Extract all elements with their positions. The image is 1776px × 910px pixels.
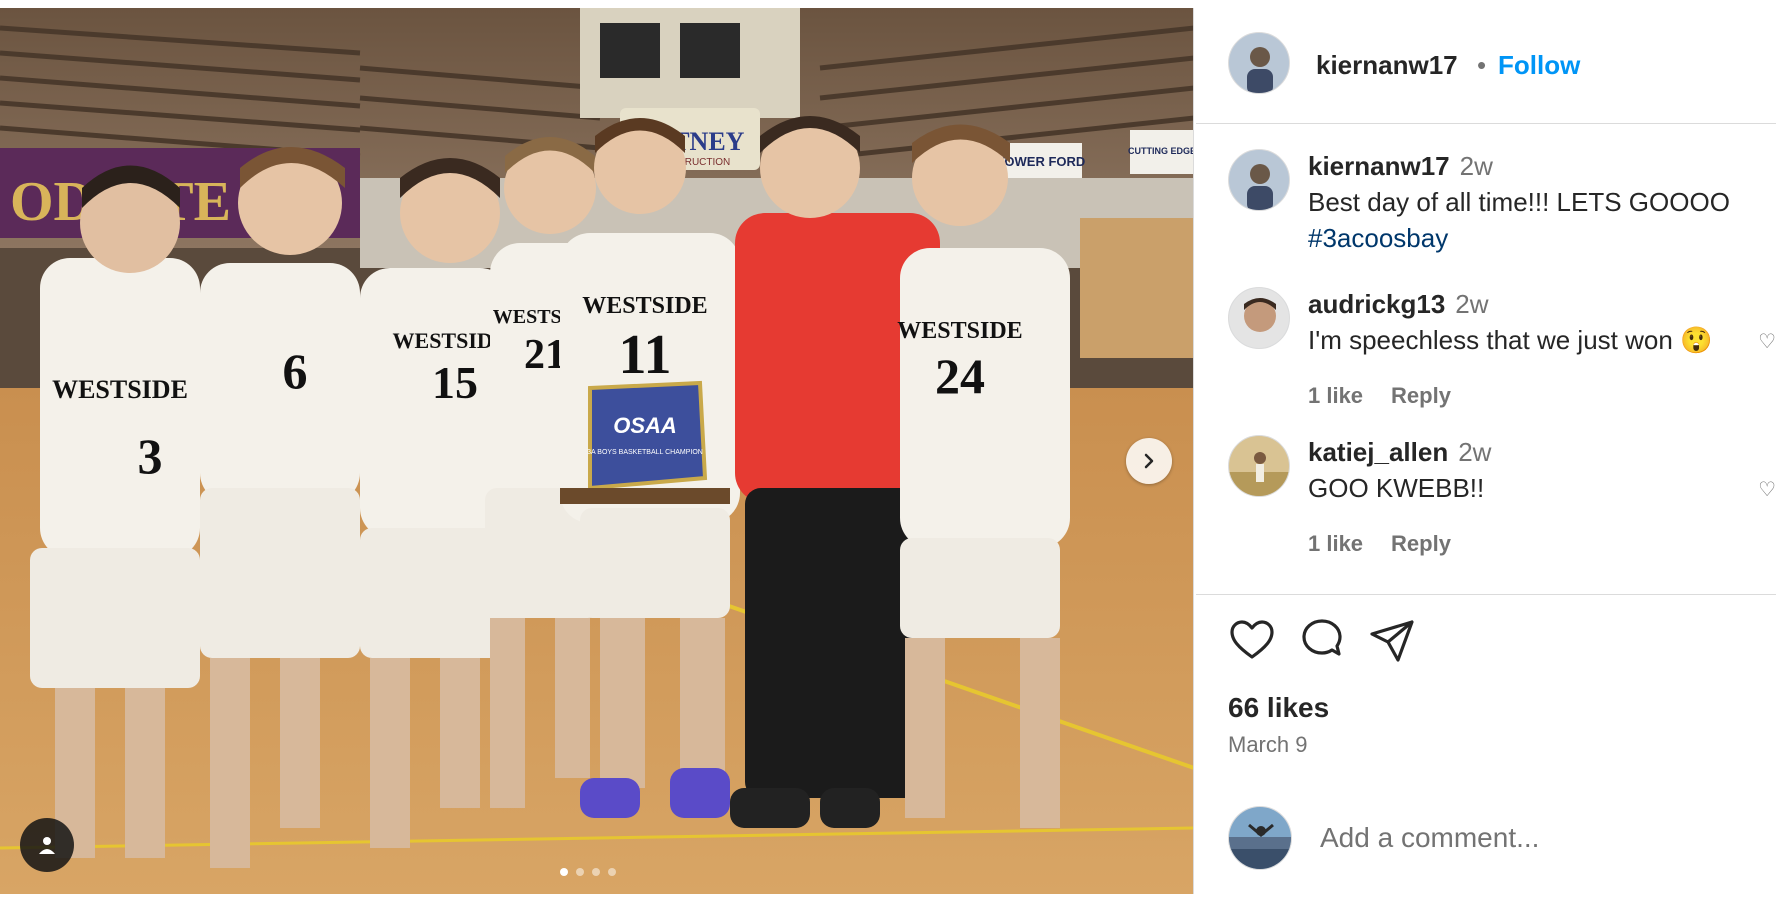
- comment-username[interactable]: katiej_allen: [1308, 437, 1448, 467]
- carousel-dot: [560, 868, 568, 876]
- likes-count[interactable]: 66 likes: [1228, 692, 1329, 724]
- heart-icon[interactable]: [1228, 616, 1278, 666]
- comment-username-row: audrickg13 2w: [1308, 289, 1489, 320]
- comment-like-count[interactable]: 1 like: [1308, 383, 1363, 408]
- carousel-dot: [576, 868, 584, 876]
- post-photo[interactable]: ODDITE ARTNEY CONSTRUCTION TOWER FORD CU…: [0, 8, 1194, 894]
- comment-username[interactable]: audrickg13: [1308, 289, 1445, 319]
- caption-text: Best day of all time!!! LETS GOOOO: [1308, 187, 1730, 217]
- jersey-text-5: WESTSIDE: [582, 293, 707, 319]
- post-actions: [1228, 616, 1748, 668]
- instagram-post-view: ODDITE ARTNEY CONSTRUCTION TOWER FORD CU…: [0, 0, 1776, 910]
- jersey-text-1: WESTSIDE: [52, 375, 188, 404]
- author-avatar[interactable]: [1228, 32, 1290, 94]
- top-border: [0, 0, 1776, 8]
- jersey-text-7: WESTSIDE: [897, 318, 1022, 344]
- comment-reply-button[interactable]: Reply: [1391, 383, 1451, 408]
- comment-time: 2w: [1458, 437, 1492, 467]
- jersey-number-1: 3: [138, 428, 163, 484]
- comment-username-row: katiej_allen 2w: [1308, 437, 1491, 468]
- caption-username[interactable]: kiernanw17: [1308, 151, 1450, 181]
- team-photo-illustration: ODDITE ARTNEY CONSTRUCTION TOWER FORD CU…: [0, 8, 1194, 894]
- trophy-osaa-text: OSAA: [613, 413, 677, 438]
- paper-plane-icon[interactable]: [1368, 616, 1418, 666]
- comment-meta: 1 like Reply: [1308, 383, 1479, 409]
- jersey-number-2: 6: [283, 343, 308, 399]
- person-icon: [36, 834, 58, 856]
- post-sidebar: kiernanw17 • Follow kiernanw17 2w Best da…: [1196, 8, 1776, 900]
- comment-reply-button[interactable]: Reply: [1391, 531, 1451, 556]
- jersey-number-4: 21: [524, 332, 566, 378]
- add-comment-input[interactable]: [1320, 818, 1750, 858]
- jersey-number-5: 11: [619, 324, 672, 386]
- tagged-users-button[interactable]: [20, 818, 74, 872]
- comment-text: GOO KWEBB!!: [1308, 473, 1485, 503]
- commenter-avatar[interactable]: [1228, 435, 1290, 497]
- trophy-sub-text: 3A BOYS BASKETBALL CHAMPION: [587, 449, 703, 456]
- post-header: kiernanw17 • Follow: [1196, 8, 1776, 124]
- comment-meta: 1 like Reply: [1308, 531, 1479, 557]
- carousel-dot: [592, 868, 600, 876]
- viewer-avatar: [1228, 806, 1292, 870]
- carousel-dots: [560, 868, 616, 876]
- commenter-avatar[interactable]: [1228, 287, 1290, 349]
- comment-text: I'm speechless that we just won 😲: [1308, 325, 1713, 355]
- next-photo-button[interactable]: [1126, 438, 1172, 484]
- carousel-dot: [608, 868, 616, 876]
- comment-composer: [1196, 792, 1776, 900]
- chevron-right-icon: [1140, 452, 1158, 470]
- follow-button[interactable]: Follow: [1498, 50, 1580, 81]
- comments-list[interactable]: kiernanw17 2w Best day of all time!!! LET…: [1196, 125, 1776, 595]
- comment-like-icon[interactable]: ♡: [1758, 477, 1776, 502]
- post-date: March 9: [1228, 732, 1308, 757]
- comment-like-count[interactable]: 1 like: [1308, 531, 1363, 556]
- caption-avatar[interactable]: [1228, 149, 1290, 211]
- header-separator: •: [1477, 50, 1487, 80]
- sign-cutting-edge: CUTTING EDGE: [1128, 146, 1194, 156]
- caption-time: 2w: [1459, 151, 1493, 181]
- author-username[interactable]: kiernanw17: [1316, 50, 1458, 81]
- jersey-number-7: 24: [935, 348, 985, 404]
- comment-bubble-icon[interactable]: [1298, 616, 1348, 666]
- comment-like-icon[interactable]: ♡: [1758, 329, 1776, 354]
- jersey-number-3: 15: [432, 357, 478, 408]
- caption-username-row: kiernanw17 2w: [1308, 151, 1493, 182]
- comment-time: 2w: [1455, 289, 1489, 319]
- caption-hashtag[interactable]: #3acoosbay: [1308, 223, 1448, 254]
